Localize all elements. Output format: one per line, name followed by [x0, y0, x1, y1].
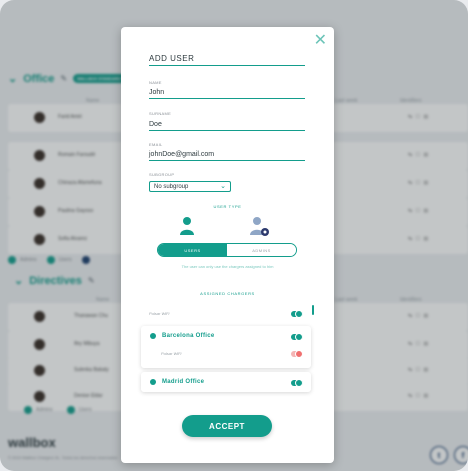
charger-group-barcelona[interactable]: Barcelona Office Pulsar WiFi: [141, 326, 311, 368]
charger-group-name: Madrid Office: [162, 379, 205, 385]
charger-toggle[interactable]: [291, 310, 303, 318]
assigned-chargers-label: ASSIGNED CHARGERS: [200, 291, 255, 296]
charger-label: Pulsar WiFi: [161, 351, 182, 356]
group-dot-icon: [150, 333, 156, 339]
surname-label: SURNAME: [149, 111, 172, 116]
group-toggle[interactable]: [291, 333, 303, 341]
user-type-toggle[interactable]: USERS ADMINS: [157, 243, 297, 257]
accept-button[interactable]: ACCEPT: [182, 415, 272, 437]
app-frame: ⌄ Office ✎ WALLBOX STANDARD PL Name Last w…: [0, 0, 468, 471]
user-type-label: USER TYPE: [213, 204, 242, 209]
close-icon[interactable]: ✕: [314, 33, 327, 49]
tab-users[interactable]: USERS: [158, 244, 227, 256]
chevron-down-icon: ⌄: [220, 183, 226, 190]
user-type-hint: The user can only use the chargers assig…: [181, 264, 274, 269]
email-field[interactable]: johnDoe@gmail.com: [149, 151, 305, 161]
charger-group-name: Barcelona Office: [162, 333, 215, 339]
email-label: EMAIL: [149, 142, 163, 147]
charger-toggle[interactable]: [291, 350, 303, 358]
scrollbar[interactable]: [312, 305, 314, 315]
group-toggle[interactable]: [291, 379, 303, 387]
name-field[interactable]: John: [149, 89, 305, 99]
group-dot-icon: [150, 379, 156, 385]
surname-field[interactable]: Doe: [149, 121, 305, 131]
charger-label: Pulsar WiFi: [149, 311, 170, 316]
add-user-modal: ✕ ADD USER NAME John SURNAME Doe EMAIL j…: [121, 27, 334, 463]
name-label: NAME: [149, 80, 162, 85]
admin-icon[interactable]: [249, 216, 271, 238]
subgroup-select[interactable]: No subgroup ⌄: [149, 181, 231, 192]
modal-title: ADD USER: [149, 54, 195, 63]
title-divider: [149, 65, 305, 66]
user-icon[interactable]: [179, 216, 195, 236]
subgroup-label: SUBGROUP: [149, 172, 175, 177]
tab-admins[interactable]: ADMINS: [227, 244, 296, 256]
charger-group-madrid[interactable]: Madrid Office: [141, 372, 311, 392]
